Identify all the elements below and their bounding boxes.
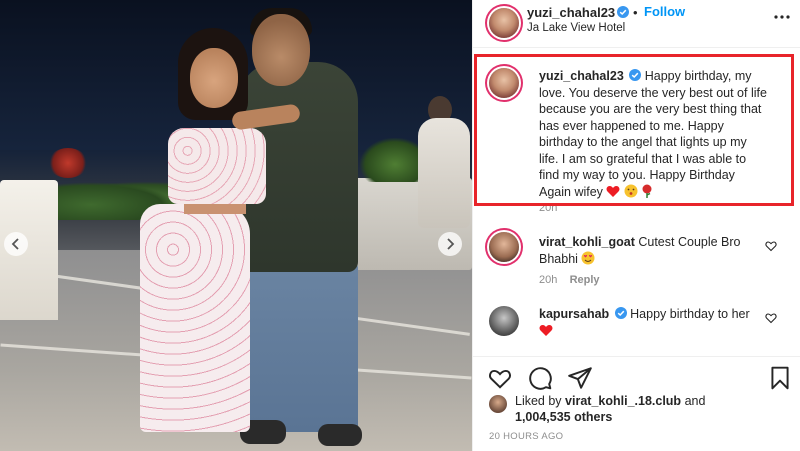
verified-icon [629, 69, 642, 81]
heart-eyes-face-icon [581, 251, 595, 264]
reply-button[interactable]: Reply [570, 274, 600, 286]
author-username[interactable]: yuzi_chahal23 [527, 5, 630, 20]
caption-text-block: yuzi_chahal23 Happy birthday, my love. Y… [539, 68, 767, 200]
likes-prefix: Liked by [515, 394, 562, 408]
likes-count[interactable]: 1,004,535 others [515, 410, 612, 424]
rose-icon [642, 184, 652, 198]
heart-icon[interactable] [487, 365, 513, 391]
man-jeans [240, 262, 358, 432]
woman-face [190, 48, 238, 108]
carousel-prev-button[interactable] [4, 232, 28, 256]
follow-button[interactable]: Follow [644, 4, 685, 19]
kissing-face-icon [624, 184, 638, 197]
verified-icon [617, 6, 630, 18]
woman-top [168, 128, 266, 204]
caption-avatar[interactable] [489, 68, 519, 98]
man-shoe [318, 424, 362, 446]
liker-avatar[interactable] [489, 395, 507, 413]
author-avatar[interactable] [489, 8, 519, 38]
woman-skirt [140, 204, 250, 432]
post-location[interactable]: Ja Lake View Hotel [527, 22, 625, 34]
post-side-panel: yuzi_chahal23 • Follow Ja Lake View Hote… [472, 0, 800, 451]
share-icon[interactable] [567, 365, 593, 391]
carousel-prev-icon [11, 238, 19, 250]
verified-icon [614, 307, 627, 319]
comment-text-block: virat_kohli_goat Cutest Couple Bro Bhabh… [539, 234, 767, 267]
post-timestamp[interactable]: 20 HOURS AGO [489, 431, 563, 442]
author-username-text[interactable]: yuzi_chahal23 [527, 5, 615, 20]
comment-text-block: kapursahab Happy birthday to her [539, 306, 767, 339]
comment-text: Happy birthday to her [630, 307, 750, 321]
commenter-avatar[interactable] [489, 232, 519, 262]
likes-and: and [684, 394, 706, 408]
comment-meta: 20h Reply [539, 274, 600, 286]
post-photo[interactable] [0, 0, 472, 451]
header-separator: • [633, 5, 638, 20]
man-face [252, 14, 310, 86]
post-actions [473, 356, 800, 396]
comment-icon[interactable] [527, 365, 553, 391]
like-comment-heart-icon[interactable] [765, 240, 777, 252]
bookmark-icon[interactable] [767, 365, 793, 391]
background-light [48, 148, 88, 178]
likes-text: Liked by virat_kohli_.18.club and 1,004,… [515, 393, 775, 425]
commenter-avatar[interactable] [489, 306, 519, 336]
red-heart-icon [539, 324, 553, 336]
liker-username[interactable]: virat_kohli_.18.club [565, 394, 681, 408]
carousel-next-button[interactable] [438, 232, 462, 256]
more-icon[interactable] [773, 8, 791, 26]
caption-text: Happy birthday, my love. You deserve the… [539, 69, 767, 199]
commenter-username[interactable]: virat_kohli_goat [539, 235, 635, 249]
post-header: yuzi_chahal23 • Follow Ja Lake View Hote… [473, 0, 800, 48]
carousel-next-icon [447, 238, 455, 250]
comment-age[interactable]: 20h [539, 274, 557, 286]
background-person [418, 118, 470, 228]
caption-age[interactable]: 20h [539, 202, 557, 214]
like-comment-heart-icon[interactable] [765, 312, 777, 324]
red-heart-icon [606, 185, 620, 197]
caption-username[interactable]: yuzi_chahal23 [539, 69, 624, 83]
commenter-username[interactable]: kapursahab [539, 307, 609, 321]
